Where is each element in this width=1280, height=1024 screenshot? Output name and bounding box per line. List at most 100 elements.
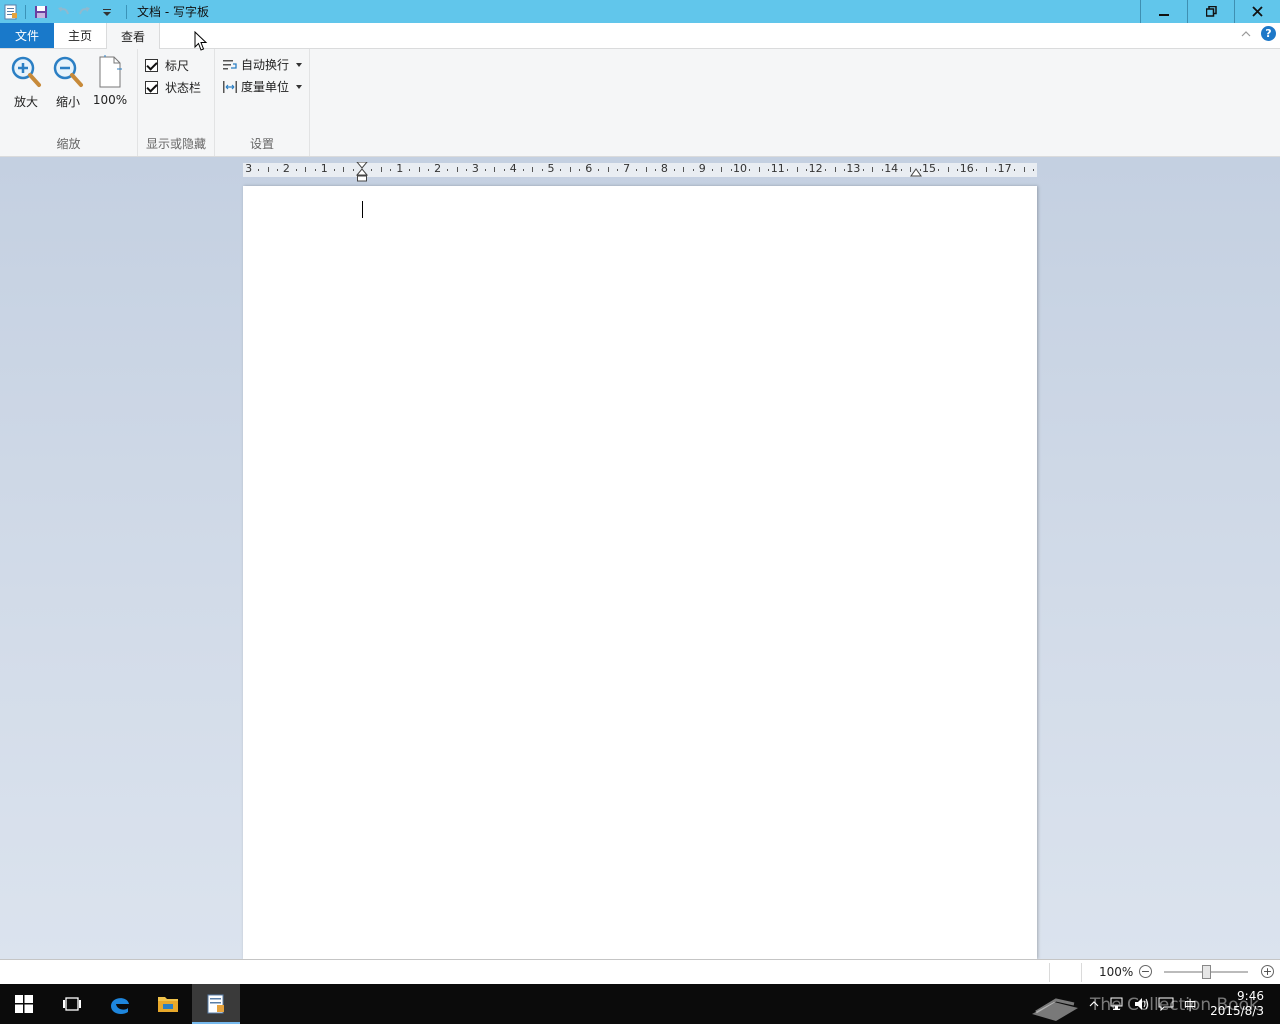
save-icon[interactable]	[32, 3, 50, 21]
redo-icon[interactable]	[76, 3, 94, 21]
action-center-icon[interactable]	[1154, 984, 1178, 1024]
ruler-dot	[730, 169, 732, 171]
word-wrap-icon	[223, 59, 237, 69]
ruler-dot	[995, 169, 997, 171]
zoom-in-status-button[interactable]: +	[1261, 965, 1274, 978]
group-label-settings: 设置	[249, 137, 274, 151]
ruler-tick	[418, 167, 420, 172]
wordpad-taskbar-button[interactable]	[192, 984, 240, 1024]
zoom-out-status-button[interactable]: −	[1139, 965, 1152, 978]
tab-file[interactable]: 文件	[0, 23, 55, 48]
zoom-group: 放大 缩小 100% 缩放	[0, 49, 138, 156]
wordpad-icon[interactable]	[3, 4, 19, 20]
ruler-label: 2	[434, 162, 442, 175]
ribbon-tabs: 文件 主页 查看 ?	[0, 23, 1280, 49]
ruler-dot	[1014, 169, 1016, 171]
ruler-tick	[569, 167, 571, 172]
close-icon	[1252, 6, 1263, 17]
separator	[25, 4, 26, 19]
folder-icon	[158, 997, 178, 1012]
ruler-tick	[645, 167, 647, 172]
zoom-out-label: 缩小	[55, 95, 80, 109]
windows-logo-icon	[15, 995, 33, 1013]
close-button[interactable]	[1234, 0, 1280, 23]
tab-home[interactable]: 主页	[54, 23, 106, 48]
ruler-dot	[371, 169, 373, 171]
ruler-dot	[617, 169, 619, 171]
clock-date: 2015/8/3	[1210, 1004, 1264, 1018]
ruler-dot	[333, 169, 335, 171]
clock[interactable]: 9:46 2015/8/3	[1202, 989, 1280, 1019]
ruler-label: 11	[770, 162, 785, 175]
horizontal-ruler[interactable]: 3 2 1 1 2 3 4 5 6 7 8 9 10 11 12 13 14 15 16 17	[243, 162, 1037, 182]
zoom-100-button[interactable]: 100%	[90, 55, 130, 107]
taskbar: 中 9:46 2015/8/3	[0, 984, 1280, 1024]
page-100-icon	[94, 55, 126, 89]
ruler-dot	[881, 169, 883, 171]
minimize-icon	[1159, 13, 1169, 16]
ruler-label: 16	[959, 162, 974, 175]
ruler-checkbox-label: 标尺	[165, 59, 190, 73]
input-method-indicator[interactable]: 中	[1178, 984, 1202, 1024]
word-wrap-button[interactable]: 自动换行	[222, 56, 303, 73]
word-wrap-label: 自动换行	[241, 58, 290, 72]
edge-icon	[111, 998, 129, 1014]
ruler-label: 12	[808, 162, 823, 175]
indent-marker-icon[interactable]	[356, 162, 368, 184]
show-hidden-icons-icon[interactable]	[1082, 984, 1106, 1024]
ruler-tick	[1023, 167, 1025, 172]
ruler-label: 3	[245, 162, 253, 175]
ruler-checkbox[interactable]	[145, 59, 158, 72]
ruler-dot	[447, 169, 449, 171]
volume-icon[interactable]	[1130, 984, 1154, 1024]
ruler-dot	[465, 169, 467, 171]
separator	[1049, 963, 1050, 982]
zoom-in-icon	[10, 55, 42, 89]
ruler-label: 5	[547, 162, 555, 175]
tab-view[interactable]: 查看	[106, 23, 161, 49]
measurement-units-button[interactable]: 度量单位	[222, 78, 303, 95]
ruler-dot	[276, 169, 278, 171]
ruler-label: 8	[660, 162, 668, 175]
ruler-label: 3	[471, 162, 479, 175]
statusbar-checkbox-row[interactable]: 状态栏	[145, 79, 201, 96]
zoom-in-button[interactable]: 放大	[6, 55, 46, 110]
ruler-label: 7	[623, 162, 631, 175]
ruler-dot	[806, 169, 808, 171]
ruler-tick	[683, 167, 685, 172]
start-button[interactable]	[0, 984, 48, 1024]
ruler-tick	[456, 167, 458, 172]
ruler-tick	[721, 167, 723, 172]
file-explorer-button[interactable]	[144, 984, 192, 1024]
measurement-units-icon	[223, 80, 237, 93]
document-page[interactable]	[243, 186, 1037, 959]
undo-icon[interactable]	[54, 3, 72, 21]
zoom-100-label: 100%	[92, 93, 128, 107]
ruler-label: 17	[997, 162, 1012, 175]
zoom-out-button[interactable]: 缩小	[48, 55, 88, 110]
ruler-dot	[598, 169, 600, 171]
ruler-dot	[692, 169, 694, 171]
title-bar: 文档 - 写字板	[0, 0, 1280, 23]
minimize-button[interactable]	[1140, 0, 1187, 23]
ruler-tick	[380, 167, 382, 172]
restore-button[interactable]	[1187, 0, 1234, 23]
collapse-ribbon-icon[interactable]	[1241, 27, 1251, 41]
ruler-dot	[938, 169, 940, 171]
ruler-tick	[532, 167, 534, 172]
zoom-slider-thumb[interactable]	[1202, 965, 1211, 979]
group-label-show-hide: 显示或隐藏	[145, 137, 206, 151]
statusbar-checkbox[interactable]	[145, 81, 158, 94]
ruler-tick	[343, 167, 345, 172]
chevron-down-icon[interactable]	[98, 3, 116, 21]
help-icon[interactable]: ?	[1261, 26, 1276, 41]
edge-browser-button[interactable]	[96, 984, 144, 1024]
task-view-button[interactable]	[48, 984, 96, 1024]
network-icon[interactable]	[1106, 984, 1130, 1024]
ruler-label: 14	[884, 162, 899, 175]
task-view-icon	[63, 997, 81, 1011]
ruler-dot	[295, 169, 297, 171]
zoom-out-icon	[52, 55, 84, 89]
ruler-label: 4	[509, 162, 517, 175]
ruler-checkbox-row[interactable]: 标尺	[145, 57, 189, 74]
